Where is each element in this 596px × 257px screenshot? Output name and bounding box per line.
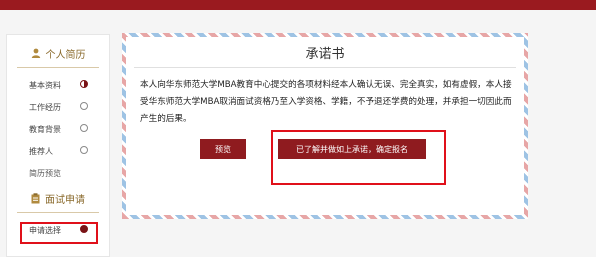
commitment-panel: 承诺书 本人向华东师范大学MBA教育中心提交的各项材料经本人确认无误、完全真实，… <box>122 33 528 219</box>
sidebar-item-label: 工作经历 <box>29 102 61 112</box>
top-brand-bar <box>0 0 596 10</box>
confirm-register-button[interactable]: 已了解并做如上承诺，确定报名 <box>278 139 426 159</box>
title-divider <box>134 67 516 68</box>
sidebar-item-label: 基本资料 <box>29 80 61 90</box>
section-header-interview: 面试申请 <box>7 184 109 212</box>
section-title-interview: 面试申请 <box>45 194 85 206</box>
sidebar-item-referee[interactable]: 推荐人 <box>7 140 109 162</box>
panel-title: 承诺书 <box>305 47 345 62</box>
sidebar-item-basic-info[interactable]: 基本资料 <box>7 74 109 96</box>
section-divider <box>17 67 99 68</box>
progress-half-indicator <box>80 80 88 88</box>
sidebar-item-education[interactable]: 教育背景 <box>7 118 109 140</box>
section-divider <box>17 212 99 213</box>
annotation-highlight-apply <box>20 222 98 244</box>
preview-button[interactable]: 预览 <box>200 139 246 159</box>
progress-empty-indicator <box>80 124 88 132</box>
sidebar-item-label: 教育背景 <box>29 124 61 134</box>
section-title-resume: 个人简历 <box>45 49 86 61</box>
sidebar-item-label: 推荐人 <box>29 146 53 156</box>
sidebar-item-work-experience[interactable]: 工作经历 <box>7 96 109 118</box>
progress-empty-indicator <box>80 146 88 154</box>
sidebar-item-resume-preview[interactable]: 简历预览 <box>7 162 109 184</box>
user-icon <box>31 48 40 58</box>
sidebar-item-label: 简历预览 <box>29 168 61 178</box>
progress-empty-indicator <box>80 102 88 110</box>
clipboard-icon <box>31 192 40 203</box>
section-header-resume: 个人简历 <box>7 39 109 67</box>
commitment-text: 本人向华东师范大学MBA教育中心提交的各项材料经本人确认无误、完全真实，如有虚假… <box>140 80 512 124</box>
